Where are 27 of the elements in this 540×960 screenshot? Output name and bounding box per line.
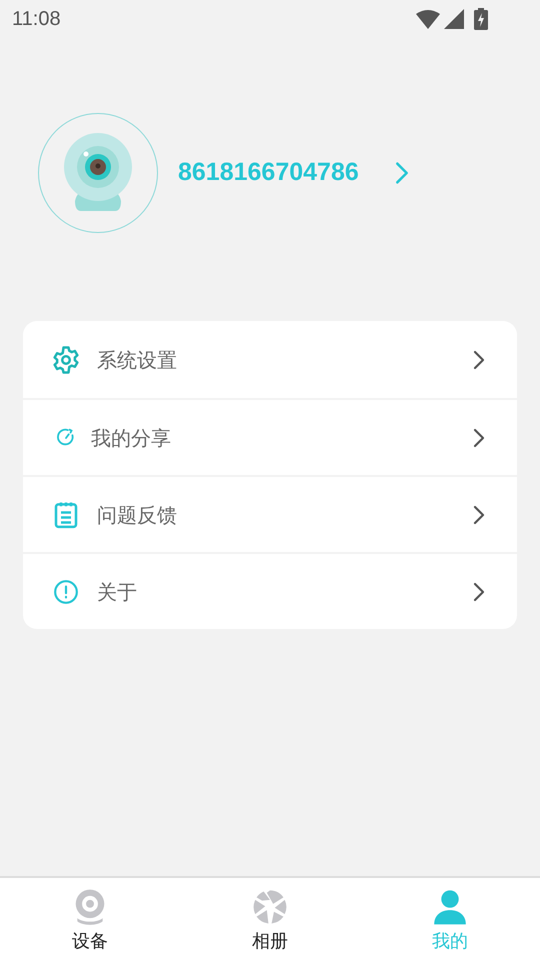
menu-label: 关于 — [97, 578, 137, 606]
webcam-icon — [63, 133, 133, 213]
tab-label: 设备 — [72, 930, 108, 954]
chevron-icon — [394, 161, 409, 185]
menu-label: 问题反馈 — [97, 502, 177, 528]
tab[interactable]: 设备 — [0, 878, 180, 960]
person-icon — [431, 888, 469, 926]
wifi-icon — [416, 9, 440, 29]
aperture-icon — [251, 888, 289, 926]
menu-item[interactable]: 我的分享 — [23, 398, 517, 475]
menu-item[interactable]: 问题反馈 — [23, 475, 517, 552]
settings-icon — [51, 344, 81, 374]
signal-icon — [444, 9, 464, 29]
chevron-icon — [473, 504, 485, 524]
chevron-icon — [473, 350, 485, 370]
menu-label: 我的分享 — [91, 424, 171, 452]
battery-icon — [474, 8, 488, 30]
chevron-icon — [473, 428, 485, 448]
tab-label: 我的 — [432, 930, 468, 954]
menu-label: 系统设置 — [97, 346, 177, 374]
menu-item[interactable]: 关于 — [23, 552, 517, 629]
tab[interactable]: 相册 — [180, 878, 360, 960]
tab-label: 相册 — [252, 930, 288, 954]
chevron-icon — [473, 582, 485, 602]
status-time: 11:08 — [12, 7, 61, 32]
info-icon — [53, 578, 79, 604]
menu-item[interactable]: 系统设置 — [23, 321, 517, 398]
